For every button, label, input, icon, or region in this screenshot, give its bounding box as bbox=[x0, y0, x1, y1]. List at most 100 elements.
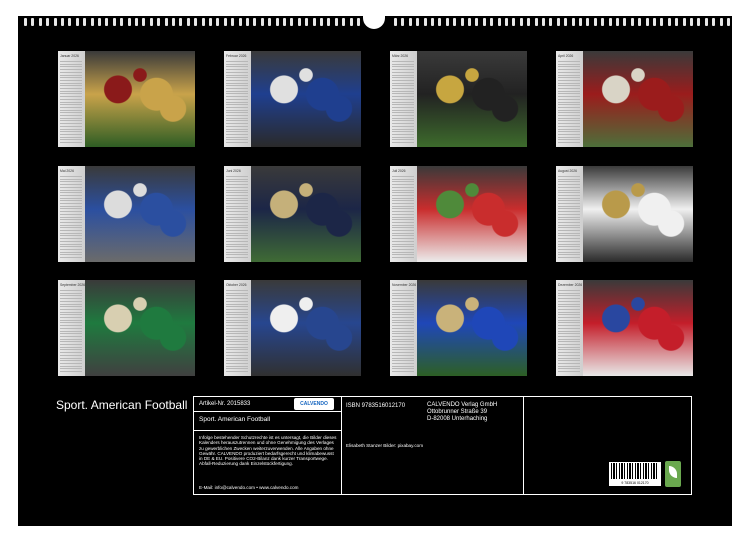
day-row bbox=[226, 101, 248, 103]
wire-loop bbox=[423, 18, 427, 26]
day-row bbox=[60, 224, 82, 226]
day-row bbox=[226, 112, 248, 114]
month-name: November 2026 bbox=[392, 283, 417, 287]
wire-loop bbox=[690, 18, 693, 26]
wire-loop bbox=[349, 18, 353, 26]
day-row bbox=[226, 90, 248, 92]
day-row bbox=[558, 248, 580, 250]
day-row bbox=[392, 352, 414, 354]
day-row bbox=[558, 319, 580, 321]
day-row bbox=[60, 200, 82, 202]
day-row bbox=[60, 330, 82, 332]
day-row bbox=[60, 115, 82, 116]
day-row bbox=[558, 211, 580, 213]
wire-loop bbox=[445, 18, 449, 26]
photo-kickoff bbox=[417, 166, 527, 262]
calendar-grid-strip: August 2026 bbox=[556, 166, 583, 262]
day-row bbox=[558, 352, 580, 354]
day-row bbox=[226, 197, 248, 199]
day-row bbox=[392, 211, 414, 213]
day-row bbox=[60, 314, 82, 316]
info-panel: Artikel-Nr. 2015833 CALVENDO Sport. Amer… bbox=[193, 396, 692, 495]
wire-loop bbox=[401, 18, 405, 26]
day-row bbox=[558, 227, 580, 229]
day-row bbox=[226, 98, 248, 100]
day-row bbox=[226, 104, 248, 106]
day-row bbox=[392, 346, 414, 348]
wire-loop bbox=[519, 18, 523, 26]
calendar-grid-strip: Januar 2026 bbox=[58, 51, 85, 147]
photo-player-86 bbox=[417, 51, 527, 147]
day-row bbox=[60, 90, 82, 92]
day-row bbox=[392, 362, 414, 364]
month-page-2: Februar 2026 bbox=[224, 51, 361, 147]
day-row bbox=[558, 125, 580, 127]
day-row bbox=[226, 368, 248, 370]
wire-loop bbox=[564, 18, 568, 26]
day-row bbox=[392, 120, 414, 122]
wire-loop bbox=[157, 18, 161, 26]
day-row bbox=[226, 79, 248, 81]
day-row bbox=[226, 362, 248, 364]
legal-notice: Infolge bestehender Schutzrechte ist es … bbox=[199, 435, 337, 467]
day-row bbox=[392, 82, 414, 84]
day-row bbox=[558, 290, 580, 291]
day-row bbox=[558, 257, 580, 258]
wire-loop bbox=[149, 18, 153, 26]
day-row bbox=[558, 66, 580, 68]
day-row bbox=[226, 61, 248, 62]
day-row bbox=[60, 232, 82, 234]
day-row bbox=[226, 230, 248, 231]
day-row bbox=[558, 333, 580, 335]
day-row bbox=[60, 77, 82, 79]
day-row bbox=[392, 327, 414, 329]
day-row bbox=[558, 360, 580, 362]
day-row bbox=[60, 178, 82, 180]
day-row bbox=[60, 354, 82, 356]
day-row bbox=[226, 216, 248, 218]
day-row bbox=[60, 322, 82, 324]
day-row bbox=[226, 232, 248, 234]
day-row bbox=[60, 186, 82, 188]
day-row bbox=[558, 221, 580, 223]
divider bbox=[194, 411, 341, 412]
leaf-icon bbox=[669, 466, 677, 478]
wire-loop bbox=[223, 18, 227, 26]
day-row bbox=[392, 142, 414, 143]
day-row bbox=[60, 240, 82, 242]
day-row bbox=[392, 314, 414, 316]
day-row bbox=[226, 325, 248, 327]
day-row bbox=[392, 123, 414, 125]
wire-loop bbox=[556, 18, 560, 26]
day-row bbox=[226, 106, 248, 108]
wire-loop bbox=[334, 18, 338, 26]
publisher-line: D-82008 Unterhaching bbox=[427, 416, 488, 422]
day-row bbox=[226, 303, 248, 305]
day-row bbox=[392, 308, 414, 310]
publisher-line: Ottobrunner Straße 39 bbox=[427, 409, 488, 415]
day-row bbox=[60, 98, 82, 100]
day-row bbox=[392, 93, 414, 95]
day-row bbox=[226, 213, 248, 215]
wire-loop bbox=[297, 18, 301, 26]
day-row bbox=[60, 192, 82, 194]
day-row bbox=[392, 322, 414, 324]
day-row bbox=[60, 88, 82, 89]
day-row bbox=[226, 322, 248, 324]
day-row bbox=[60, 362, 82, 364]
isbn: ISBN 9783516012170 bbox=[346, 403, 406, 409]
wire-loop bbox=[164, 18, 168, 26]
day-row bbox=[558, 292, 580, 294]
wire-loop bbox=[438, 18, 442, 26]
month-page-8: August 2026 bbox=[556, 166, 693, 262]
day-row bbox=[226, 192, 248, 194]
day-row bbox=[226, 338, 248, 340]
day-row bbox=[60, 125, 82, 127]
day-row bbox=[60, 300, 82, 302]
day-row bbox=[392, 90, 414, 92]
day-row bbox=[558, 184, 580, 186]
day-row bbox=[392, 325, 414, 327]
wire-loop bbox=[194, 18, 198, 26]
day-row bbox=[392, 371, 414, 372]
month-name: Oktober 2026 bbox=[226, 283, 247, 287]
